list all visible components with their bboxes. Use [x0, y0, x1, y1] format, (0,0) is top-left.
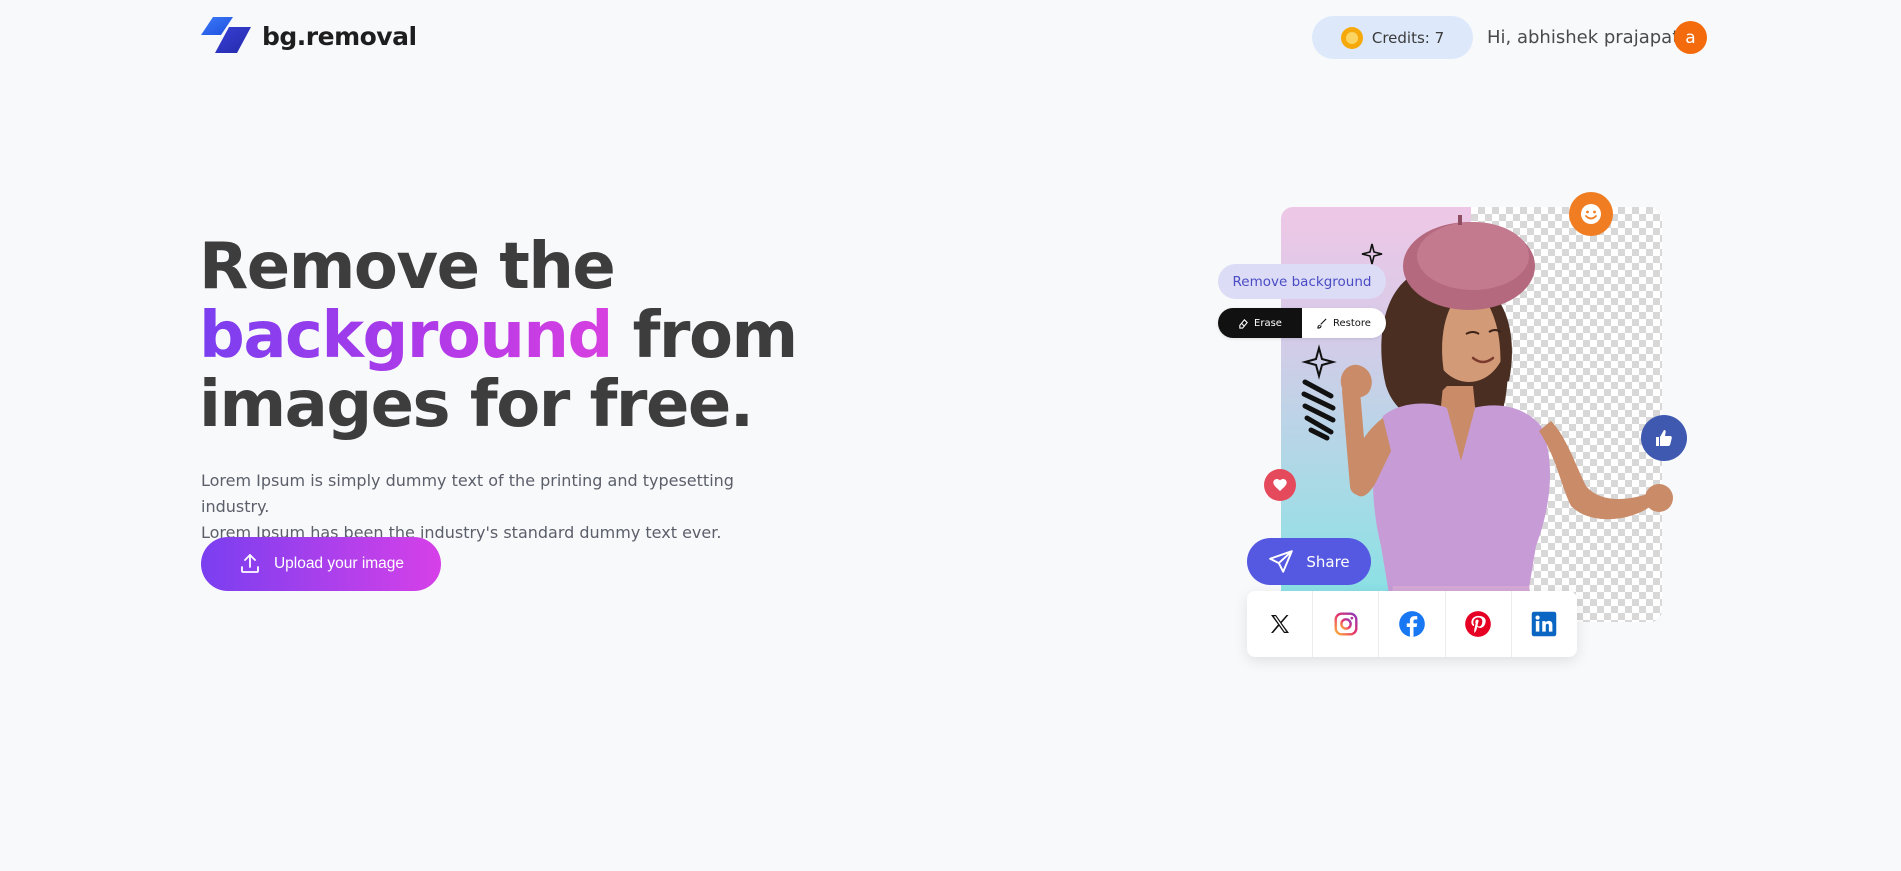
- top-nav: bg.removal Credits: 7 Hi, abhishek praja…: [1, 1, 1901, 73]
- brand-name: bg.removal: [262, 21, 417, 51]
- credits-badge[interactable]: Credits: 7: [1312, 16, 1473, 59]
- remove-background-button[interactable]: Remove background: [1218, 264, 1386, 299]
- page: bg.removal Credits: 7 Hi, abhishek praja…: [1, 1, 1900, 870]
- coin-icon: [1340, 26, 1363, 49]
- description-line1: Lorem Ipsum is simply dummy text of the …: [201, 471, 734, 516]
- brush-icon: [1317, 318, 1327, 329]
- hero-description: Lorem Ipsum is simply dummy text of the …: [201, 468, 801, 546]
- share-label: Share: [1306, 552, 1350, 571]
- hero-illustration: Remove background Erase Restore Share: [1211, 186, 1711, 666]
- x-icon[interactable]: [1247, 591, 1314, 657]
- erase-tab[interactable]: Erase: [1218, 308, 1302, 338]
- avatar[interactable]: a: [1674, 21, 1707, 54]
- logo-mark-icon: [201, 17, 251, 53]
- headline-highlight: background: [199, 299, 613, 373]
- erase-restore-toggle: Erase Restore: [1218, 308, 1386, 338]
- user-greeting: Hi, abhishek prajapati: [1487, 27, 1685, 48]
- smiley-icon: [1569, 192, 1613, 236]
- thumbs-up-icon: [1641, 415, 1687, 461]
- upload-label: Upload your image: [273, 555, 405, 572]
- eraser-icon: [1239, 318, 1248, 329]
- facebook-icon[interactable]: [1379, 591, 1446, 657]
- linkedin-icon[interactable]: [1512, 591, 1577, 657]
- heart-icon: [1264, 469, 1296, 501]
- pinterest-icon[interactable]: [1446, 591, 1512, 657]
- headline-line2-rest: from: [611, 299, 799, 373]
- upload-icon: [241, 554, 259, 573]
- instagram-icon[interactable]: [1313, 591, 1380, 657]
- restore-tab[interactable]: Restore: [1302, 308, 1386, 338]
- headline-line1: Remove the: [199, 230, 616, 304]
- social-share-bar: [1247, 591, 1577, 657]
- brand-logo[interactable]: bg.removal: [201, 17, 417, 55]
- credits-label: Credits: 7: [1371, 28, 1445, 47]
- headline-line3: images for free.: [199, 368, 754, 442]
- share-button[interactable]: Share: [1247, 538, 1371, 585]
- restore-label: Restore: [1333, 317, 1371, 329]
- upload-image-button[interactable]: Upload your image: [201, 537, 441, 591]
- erase-label: Erase: [1254, 317, 1282, 329]
- send-icon: [1269, 549, 1294, 573]
- hero-headline: Remove the background from images for fr…: [199, 230, 799, 442]
